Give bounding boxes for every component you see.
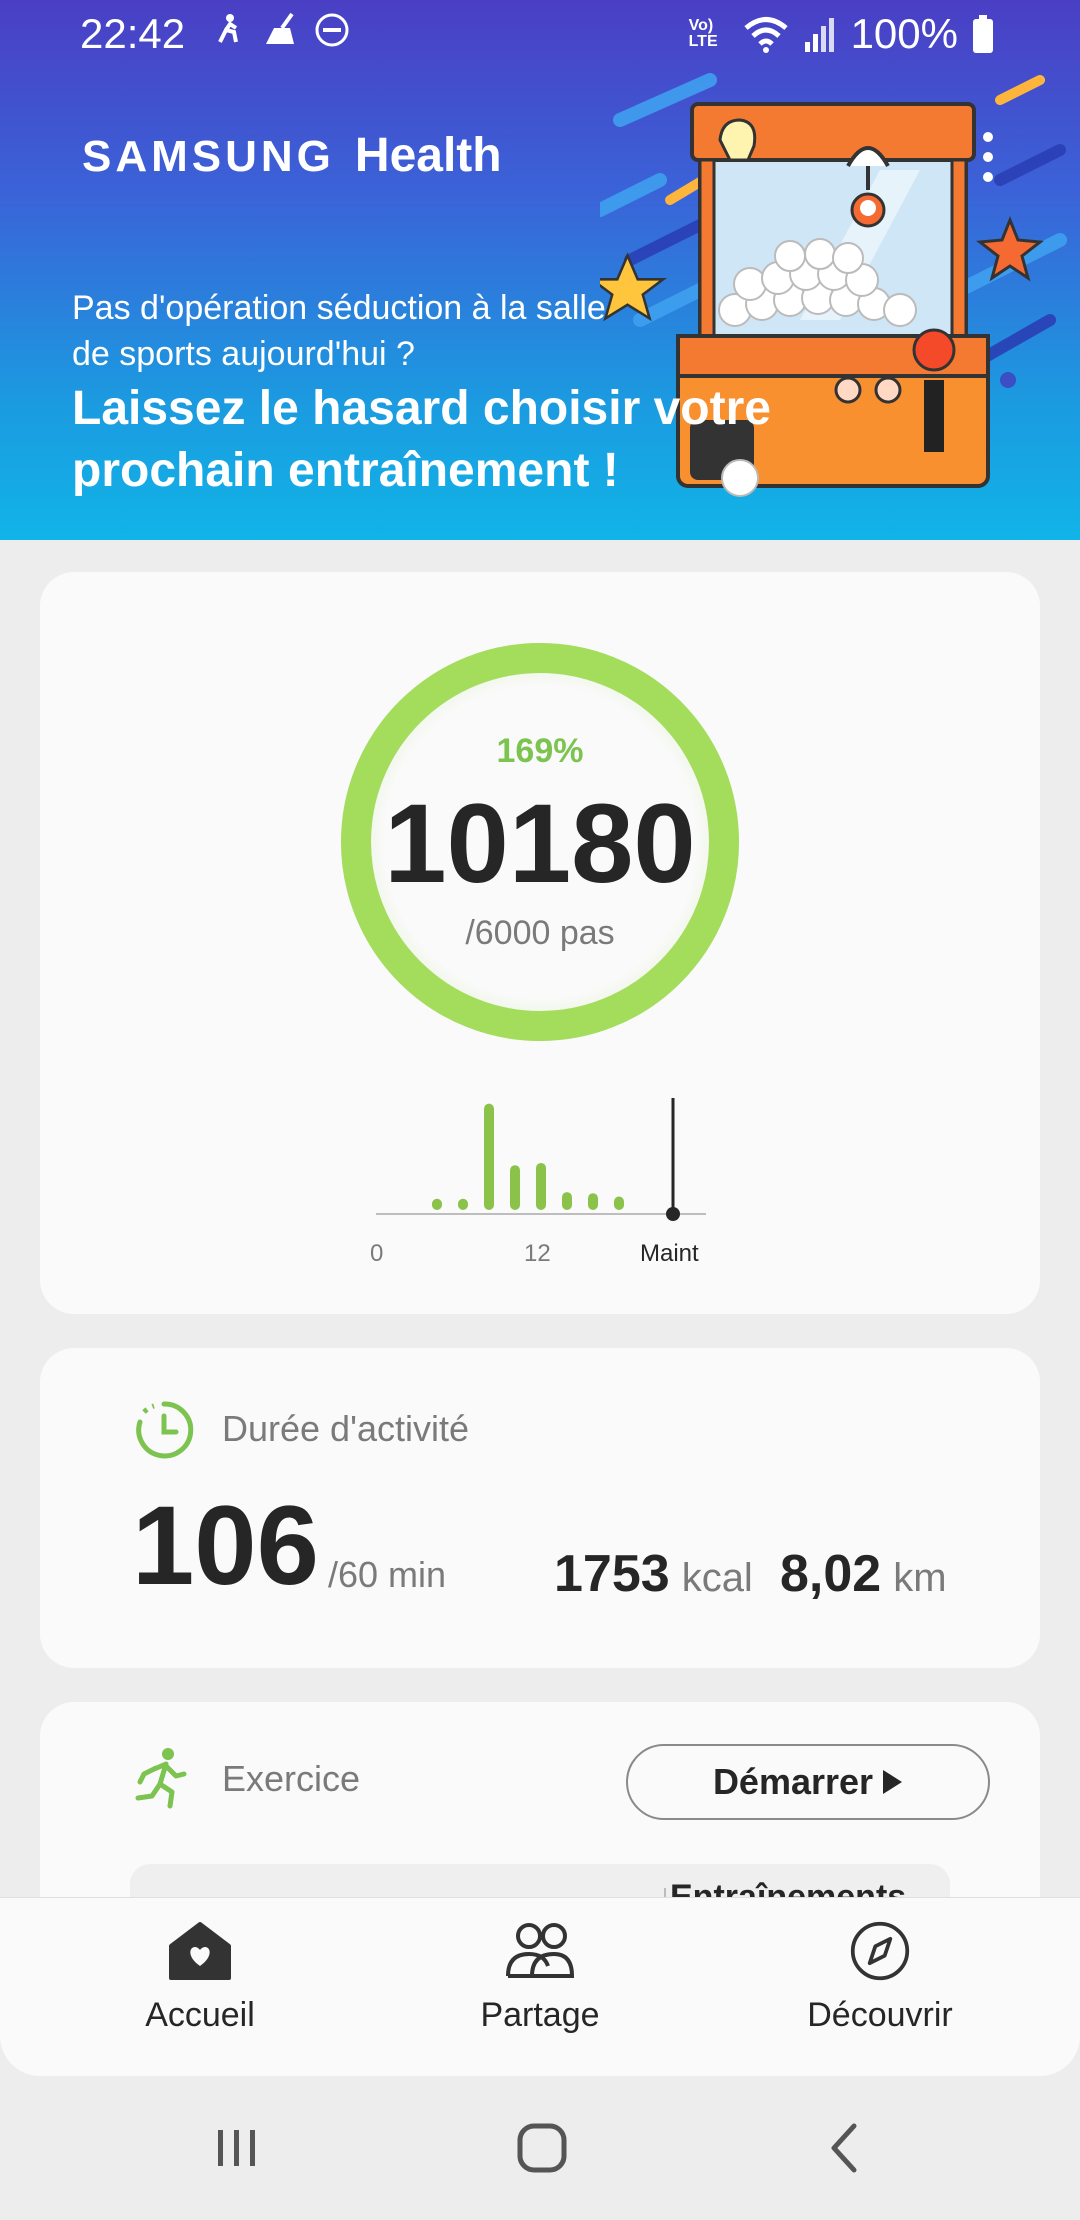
calories-value: 1753 bbox=[554, 1545, 670, 1603]
battery-icon bbox=[973, 15, 993, 53]
compass-icon bbox=[850, 1921, 910, 1981]
hourly-label-now: Maint bbox=[640, 1240, 699, 1267]
hourly-label-start: 0 bbox=[370, 1240, 384, 1267]
nav-discover-label: Découvrir bbox=[807, 1996, 953, 2034]
home-icon[interactable] bbox=[512, 2118, 572, 2178]
people-icon bbox=[506, 1923, 575, 1978]
activity-card[interactable]: Durée d'activité 106 /60 min 1753 kcal 8… bbox=[40, 1348, 1040, 1668]
status-time: 22:42 bbox=[80, 10, 186, 57]
promo-title: Laissez le hasard choisir votre prochain… bbox=[72, 382, 771, 497]
wifi-icon bbox=[743, 17, 788, 53]
brand-samsung: SAMSUNG bbox=[82, 132, 335, 181]
hourly-bar bbox=[510, 1165, 520, 1210]
play-icon bbox=[883, 1770, 903, 1794]
battery-percent: 100% bbox=[850, 10, 958, 57]
activity-minutes: 106 bbox=[132, 1483, 319, 1608]
start-exercise-label: Démarrer bbox=[712, 1761, 874, 1802]
hourly-bar bbox=[432, 1198, 442, 1210]
now-marker-dot bbox=[666, 1207, 680, 1221]
volte-label: Vo) LTE bbox=[688, 17, 718, 50]
hourly-bar bbox=[458, 1198, 468, 1210]
hourly-steps-chart bbox=[376, 1098, 706, 1221]
hourly-label-noon: 12 bbox=[524, 1240, 551, 1267]
hourly-bar bbox=[484, 1103, 494, 1210]
bottom-navigation: Accueil Partage Découvrir bbox=[0, 1898, 1080, 2076]
hourly-bar bbox=[614, 1196, 624, 1210]
back-icon[interactable] bbox=[820, 2118, 870, 2178]
distance-unit: km bbox=[893, 1556, 947, 1600]
signal-icon bbox=[804, 18, 834, 52]
cleaner-notification-icon bbox=[266, 12, 294, 44]
nav-discover[interactable]: Découvrir bbox=[760, 1920, 1000, 2035]
calories-unit: kcal bbox=[681, 1556, 753, 1600]
promo-subtitle: Pas d'opération séduction à la salle de … bbox=[72, 289, 606, 373]
distance-stat: 8,02 km bbox=[780, 1544, 947, 1604]
status-left-icons bbox=[210, 12, 350, 48]
activity-goal: /60 min bbox=[328, 1554, 447, 1595]
hourly-bar bbox=[536, 1162, 546, 1210]
steps-card[interactable]: 169% 10180 /6000 pas 0 12 Maint bbox=[40, 572, 1040, 1314]
brand-health: Health bbox=[354, 129, 502, 182]
system-navigation-bar bbox=[0, 2076, 1080, 2220]
start-exercise-button[interactable]: Démarrer bbox=[626, 1744, 990, 1820]
hourly-bar bbox=[562, 1192, 572, 1210]
active-time-icon bbox=[136, 1401, 194, 1459]
promo-banner[interactable]: 22:42 Vo) LTE 100% SAMSUNG Health Pas d'… bbox=[0, 0, 1080, 540]
hourly-bar bbox=[588, 1193, 598, 1210]
recent-apps-icon[interactable] bbox=[212, 2118, 262, 2178]
running-person-icon bbox=[135, 1748, 187, 1809]
distance-value: 8,02 bbox=[780, 1545, 882, 1603]
status-right-icons: Vo) LTE 100% bbox=[689, 10, 994, 58]
app-logo: SAMSUNG Health bbox=[82, 128, 502, 183]
steps-goal: /6000 pas bbox=[465, 914, 615, 952]
nav-share-label: Partage bbox=[480, 1996, 600, 2034]
running-notification-icon bbox=[218, 14, 238, 43]
activity-title: Durée d'activité bbox=[222, 1408, 469, 1449]
steps-count: 10180 bbox=[384, 781, 696, 906]
nav-share[interactable]: Partage bbox=[420, 1920, 660, 2035]
nav-home-label: Accueil bbox=[145, 1996, 255, 2034]
steps-percent: 169% bbox=[496, 732, 584, 770]
nav-home[interactable]: Accueil bbox=[80, 1920, 320, 2035]
more-options-icon[interactable] bbox=[982, 132, 994, 182]
home-heart-icon bbox=[169, 1922, 231, 1980]
do-not-disturb-icon bbox=[315, 13, 349, 47]
calories-stat: 1753 kcal bbox=[554, 1544, 753, 1604]
exercise-title: Exercice bbox=[222, 1758, 361, 1799]
